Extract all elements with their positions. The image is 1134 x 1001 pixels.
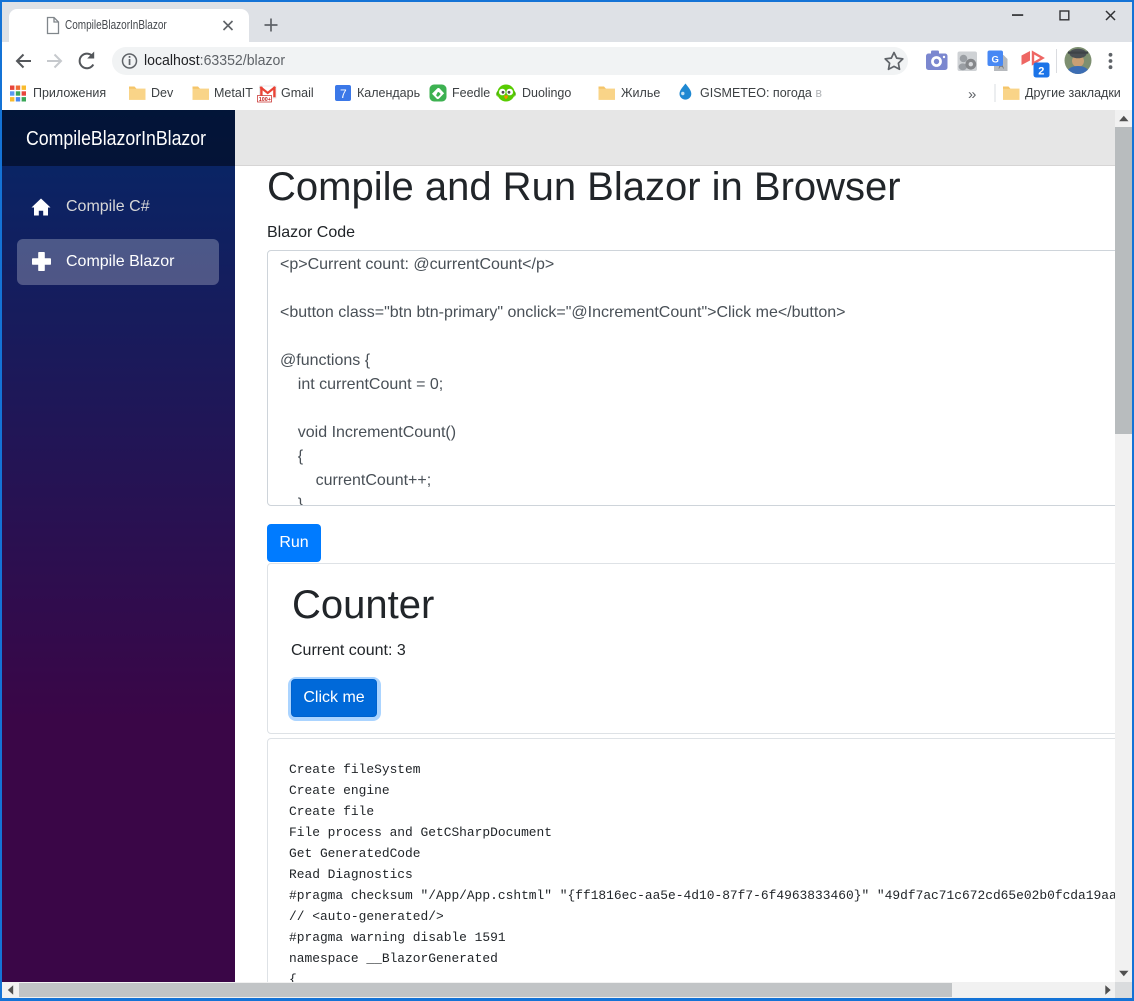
- svg-text:»: »: [968, 86, 976, 103]
- svg-text:100+: 100+: [259, 97, 271, 103]
- svg-text:G: G: [992, 55, 999, 66]
- svg-text:2: 2: [1038, 65, 1044, 77]
- svg-text:7: 7: [340, 87, 347, 101]
